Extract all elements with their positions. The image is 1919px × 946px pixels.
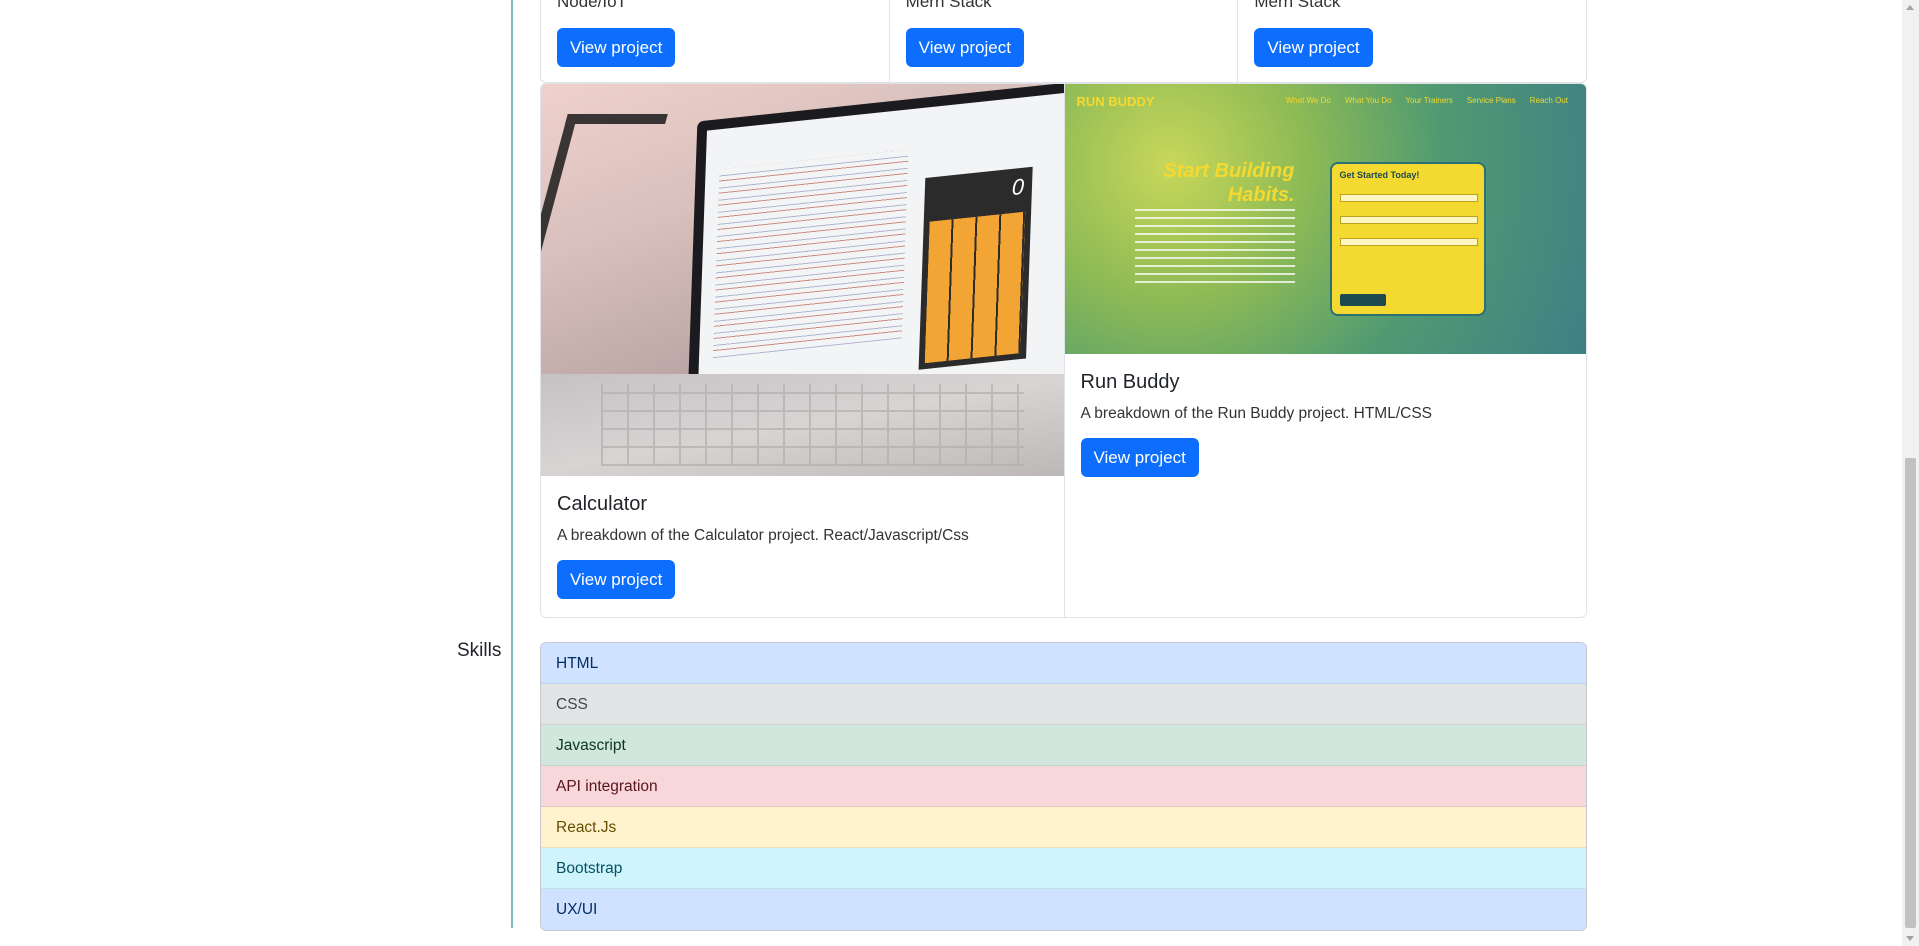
calculator-project-image: 0 — [541, 84, 1064, 476]
card-body: Run Buddy A breakdown of the Run Buddy p… — [1080, 370, 1433, 477]
skills-heading: Skills — [457, 640, 502, 661]
run-buddy-nav: What We Do What You Do Your Trainers Ser… — [1286, 96, 1568, 105]
view-project-button[interactable]: View project — [557, 28, 676, 67]
nav-item: Your Trainers — [1405, 96, 1453, 105]
skill-item: CSS — [541, 684, 1586, 725]
project-card: Node/IoT View project — [541, 0, 890, 82]
view-project-button[interactable]: View project — [557, 560, 676, 599]
code-editor — [712, 149, 909, 362]
view-project-button[interactable]: View project — [1254, 28, 1373, 67]
run-buddy-signup-form: Get Started Today! — [1329, 162, 1486, 316]
project-card-run-buddy: RUN BUDDY What We Do What You Do Your Tr… — [1063, 84, 1586, 617]
calculator-display: 0 — [1011, 173, 1025, 201]
nav-item: What You Do — [1344, 96, 1392, 105]
scroll-up-arrow-icon[interactable] — [1906, 5, 1914, 10]
calculator-app: 0 — [918, 166, 1033, 370]
page: Node/IoT View project Mern Stack View pr… — [0, 0, 1919, 946]
scroll-down-arrow-icon[interactable] — [1906, 936, 1914, 941]
nav-item: Service Plans — [1466, 96, 1516, 105]
project-card-group: 0 Calculator A breakdown of the Calculat… — [540, 83, 1587, 618]
project-card-subtitle: Mern Stack — [905, 0, 992, 11]
nav-item: Reach Out — [1529, 96, 1568, 105]
project-card-subtitle: Mern Stack — [1254, 0, 1341, 11]
view-project-button[interactable]: View project — [905, 28, 1024, 67]
skill-item: Bootstrap — [541, 848, 1586, 889]
project-card-calculator: 0 Calculator A breakdown of the Calculat… — [541, 84, 1064, 617]
card-body: Calculator A breakdown of the Calculator… — [557, 492, 969, 599]
run-buddy-project-image: RUN BUDDY What We Do What You Do Your Tr… — [1064, 84, 1586, 354]
card-title: Calculator — [557, 493, 648, 515]
skill-item: UX/UI — [541, 889, 1586, 930]
card-description: A breakdown of the Calculator project. R… — [557, 527, 969, 544]
scrollbar-thumb[interactable] — [1905, 458, 1916, 928]
vertical-scrollbar[interactable] — [1902, 0, 1919, 946]
lamp-arm — [541, 114, 668, 314]
form-field — [1339, 216, 1478, 224]
project-card-row-top: Node/IoT View project Mern Stack View pr… — [540, 0, 1587, 83]
project-card-subtitle: Node/IoT — [557, 0, 627, 11]
run-buddy-logo: RUN BUDDY — [1076, 94, 1155, 109]
nav-item: What We Do — [1285, 96, 1331, 105]
calculator-keypad — [924, 211, 1026, 364]
project-card: Mern Stack View project — [890, 0, 1239, 82]
card-title: Run Buddy — [1080, 371, 1180, 393]
skill-item: React.Js — [541, 807, 1586, 848]
skills-list: HTML CSS Javascript API integration Reac… — [540, 642, 1587, 931]
section-divider — [511, 0, 513, 928]
skill-item: Javascript — [541, 725, 1586, 766]
run-buddy-body-text — [1134, 209, 1295, 289]
form-field — [1339, 194, 1478, 202]
form-submit — [1339, 294, 1386, 306]
form-field — [1339, 238, 1478, 246]
form-title: Get Started Today! — [1339, 170, 1420, 180]
project-card: Mern Stack View project — [1238, 0, 1586, 82]
skill-item: API integration — [541, 766, 1586, 807]
run-buddy-headline: Start Building Habits. — [1163, 160, 1295, 206]
view-project-button[interactable]: View project — [1080, 438, 1199, 477]
laptop-keyboard — [541, 374, 1064, 476]
card-description: A breakdown of the Run Buddy project. HT… — [1080, 405, 1433, 422]
skill-item: HTML — [541, 643, 1586, 684]
